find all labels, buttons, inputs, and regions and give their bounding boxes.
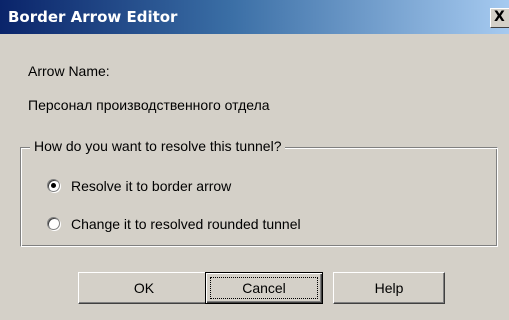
ok-button[interactable]: OK [78, 272, 210, 304]
help-button[interactable]: Help [333, 272, 445, 304]
cancel-button[interactable]: Cancel [205, 272, 323, 304]
arrow-name-label: Arrow Name: [28, 63, 110, 79]
resolve-options-legend: How do you want to resolve this tunnel? [30, 137, 286, 155]
window-title: Border Arrow Editor [8, 8, 178, 26]
radio-button-unselected[interactable] [47, 217, 60, 230]
radio-button-selected[interactable] [47, 179, 60, 192]
ok-button-label: OK [133, 280, 155, 296]
radio-label-change-rounded-tunnel[interactable]: Change it to resolved rounded tunnel [71, 215, 301, 233]
cancel-button-label: Cancel [242, 280, 286, 296]
close-icon: X [494, 9, 505, 25]
arrow-name-value: Персонал производственного отдела [28, 97, 270, 113]
radio-label-resolve-border-arrow[interactable]: Resolve it to border arrow [71, 177, 231, 195]
title-bar[interactable]: Border Arrow Editor X [0, 0, 509, 34]
help-button-label: Help [374, 280, 404, 296]
border-arrow-editor-dialog: Border Arrow Editor X Arrow Name: Персон… [0, 0, 509, 320]
close-button[interactable]: X [490, 8, 509, 28]
